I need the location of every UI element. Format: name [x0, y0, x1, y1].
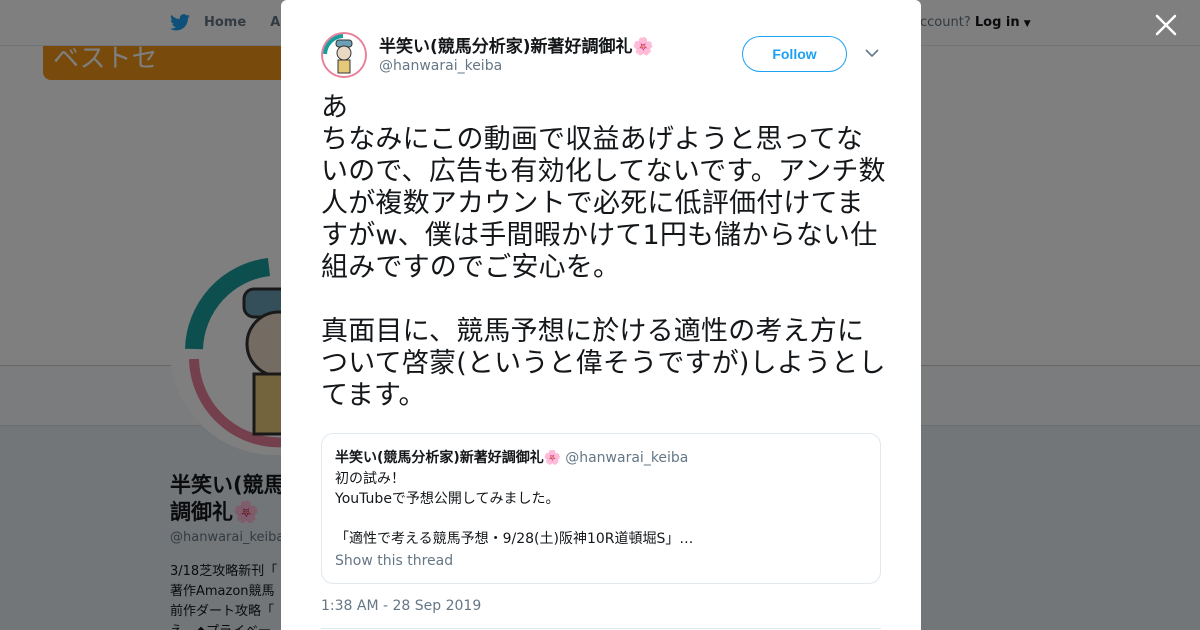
follow-button[interactable]: Follow — [742, 36, 847, 72]
winner-mascot-icon — [321, 32, 367, 78]
author-display-name[interactable]: 半笑い(競馬分析家)新著好調御礼🌸 — [379, 32, 654, 57]
quoted-text: 初の試み！ YouTubeで予想公開してみました。 「適性で考える競馬予想・9/… — [335, 471, 694, 547]
show-thread-link[interactable]: Show this thread — [335, 553, 453, 569]
tweet-modal: 半笑い(競馬分析家)新著好調御礼🌸 @hanwarai_keiba Follow… — [281, 0, 921, 630]
author-handle[interactable]: @hanwarai_keiba — [379, 58, 502, 74]
quoted-display-name: 半笑い(競馬分析家)新著好調御礼🌸 — [335, 450, 562, 466]
quoted-tweet[interactable]: 半笑い(競馬分析家)新著好調御礼🌸 @hanwarai_keiba 初の試み！ Y… — [321, 433, 881, 584]
quoted-handle: @hanwarai_keiba — [565, 450, 689, 466]
quoted-author: 半笑い(競馬分析家)新著好調御礼🌸 @hanwarai_keiba — [335, 447, 688, 467]
close-icon[interactable] — [1153, 12, 1179, 38]
tweet-timestamp[interactable]: 1:38 AM - 28 Sep 2019 — [321, 598, 481, 614]
chevron-down-icon[interactable] — [865, 48, 879, 58]
author-avatar[interactable] — [321, 32, 367, 78]
tweet-text: あ ちなみにこの動画で収益あげようと思ってないので、広告も有効化してないです。ア… — [321, 92, 886, 411]
divider — [321, 628, 881, 629]
